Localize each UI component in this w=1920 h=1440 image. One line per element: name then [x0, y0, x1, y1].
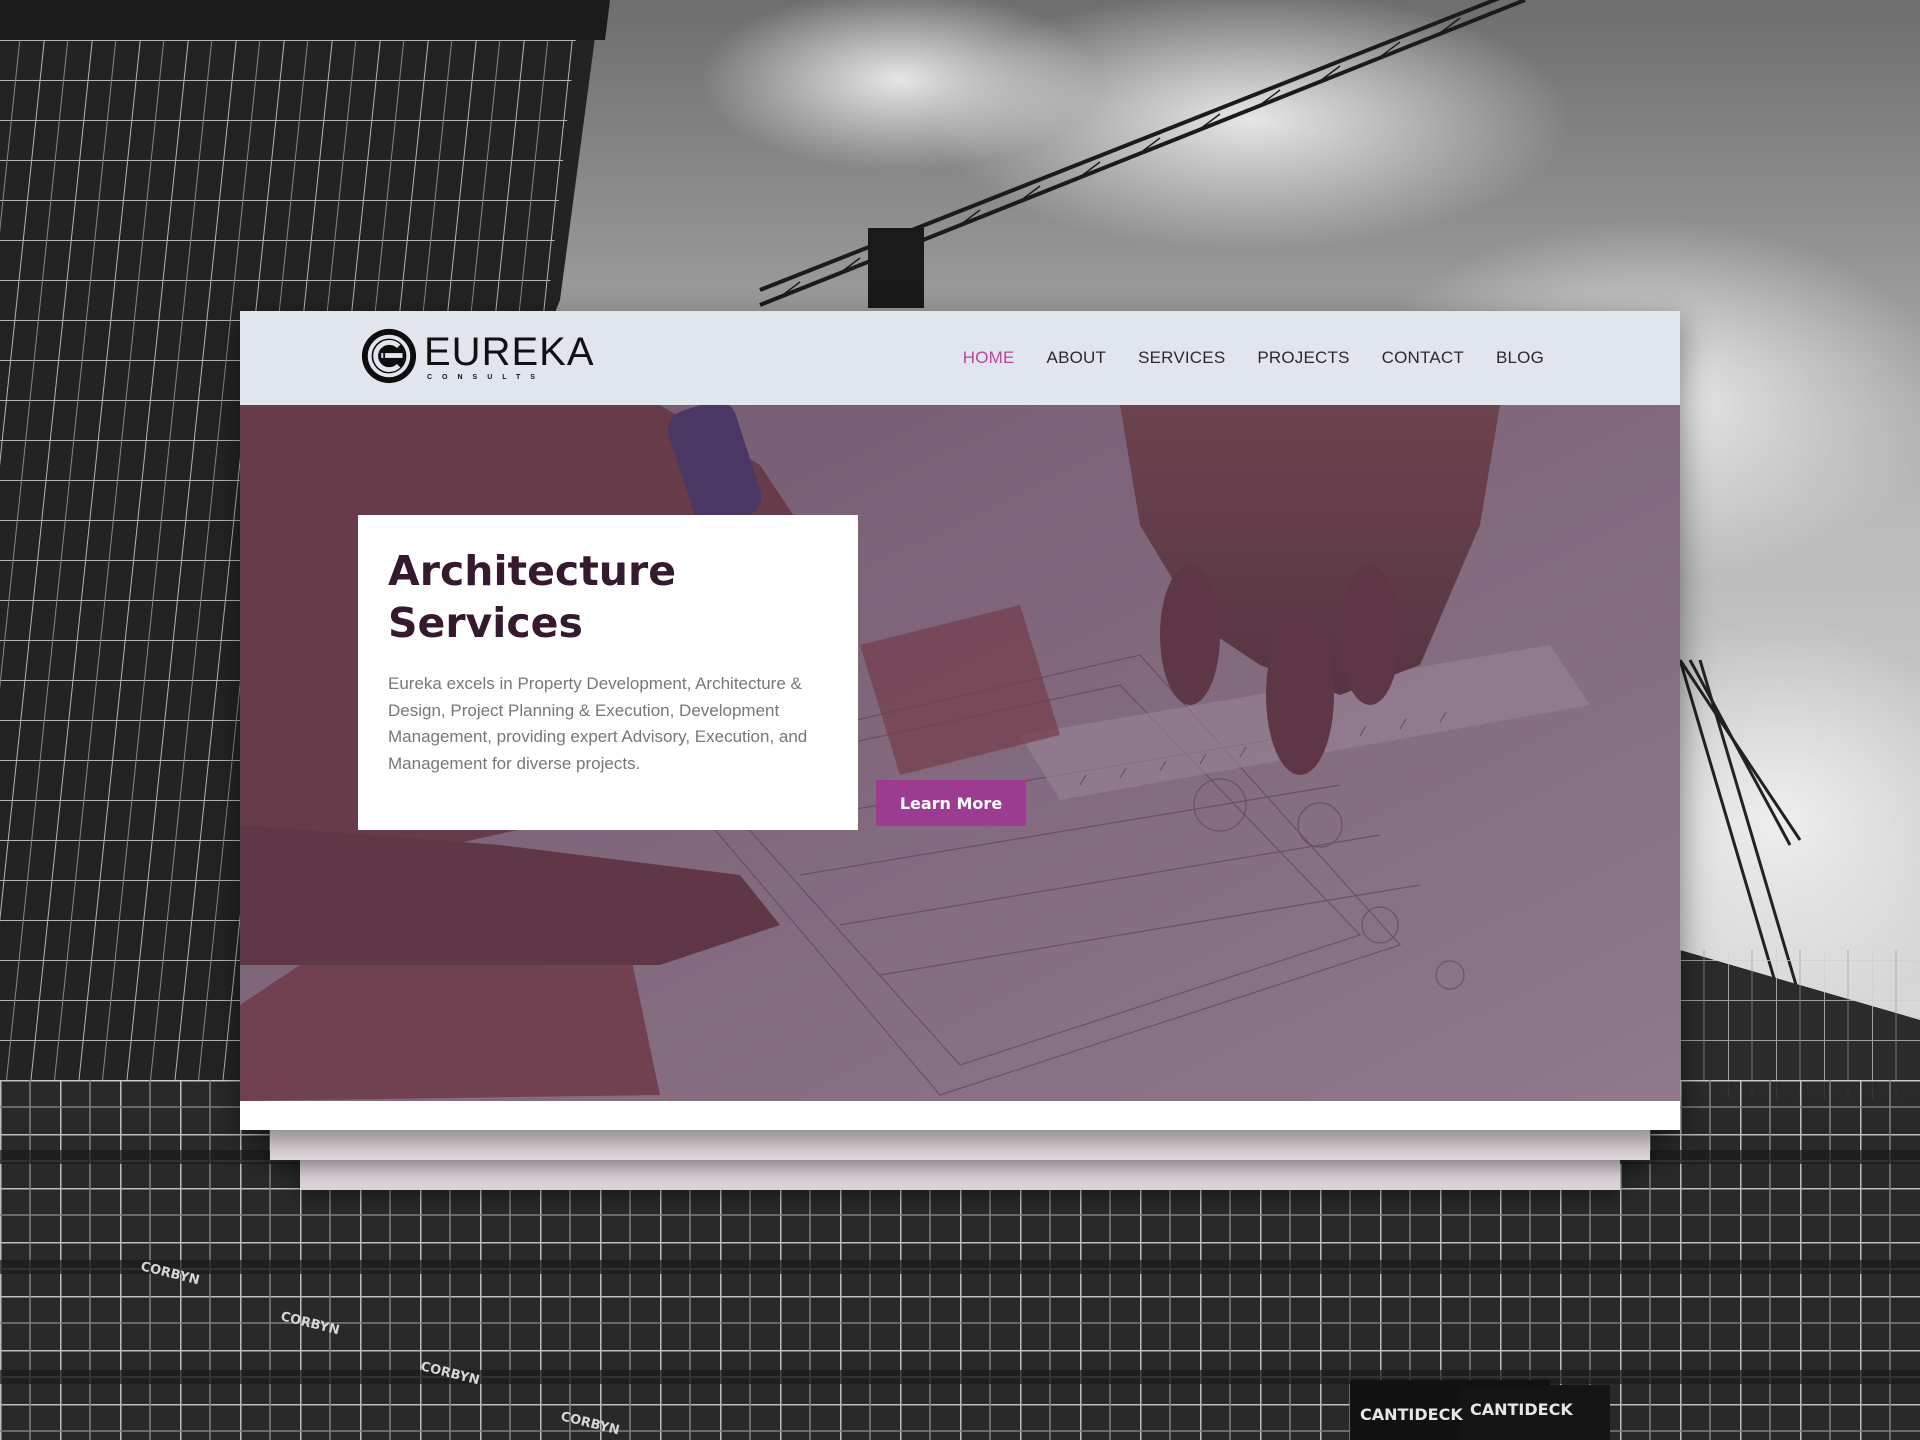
nav-link-services[interactable]: SERVICES [1138, 348, 1225, 368]
nav-link-contact[interactable]: CONTACT [1382, 348, 1464, 368]
signage-text: CANTIDECK [1360, 1405, 1463, 1424]
learn-more-button[interactable]: Learn More [876, 780, 1026, 826]
website-window: EUREKA CONSULTS HOME ABOUT SERVICES PROJ… [240, 311, 1680, 1130]
hero-description: Eureka excels in Property Development, A… [388, 674, 808, 773]
main-navigation: HOME ABOUT SERVICES PROJECTS CONTACT BLO… [931, 311, 1544, 405]
logo-text: EUREKA CONSULTS [424, 332, 595, 381]
hero-title: Architecture Services [388, 545, 828, 649]
brand-logo[interactable]: EUREKA CONSULTS [360, 327, 595, 385]
nav-link-home[interactable]: HOME [963, 348, 1015, 368]
nav-link-projects[interactable]: PROJECTS [1257, 348, 1349, 368]
brand-tagline: CONSULTS [427, 373, 545, 381]
hero-title-line-2: Services [388, 599, 583, 647]
hero-title-line-1: Architecture [388, 547, 677, 595]
brand-name: EUREKA [424, 329, 595, 374]
hero-section: Architecture Services Eureka excels in P… [240, 405, 1680, 1101]
signage-text: CANTIDECK [1470, 1400, 1573, 1419]
nav-link-blog[interactable]: BLOG [1496, 348, 1544, 368]
site-header: EUREKA CONSULTS HOME ABOUT SERVICES PROJ… [240, 311, 1680, 405]
eureka-logo-icon [361, 328, 417, 384]
hero-content-box: Architecture Services Eureka excels in P… [358, 515, 1026, 830]
nav-link-about[interactable]: ABOUT [1047, 348, 1107, 368]
